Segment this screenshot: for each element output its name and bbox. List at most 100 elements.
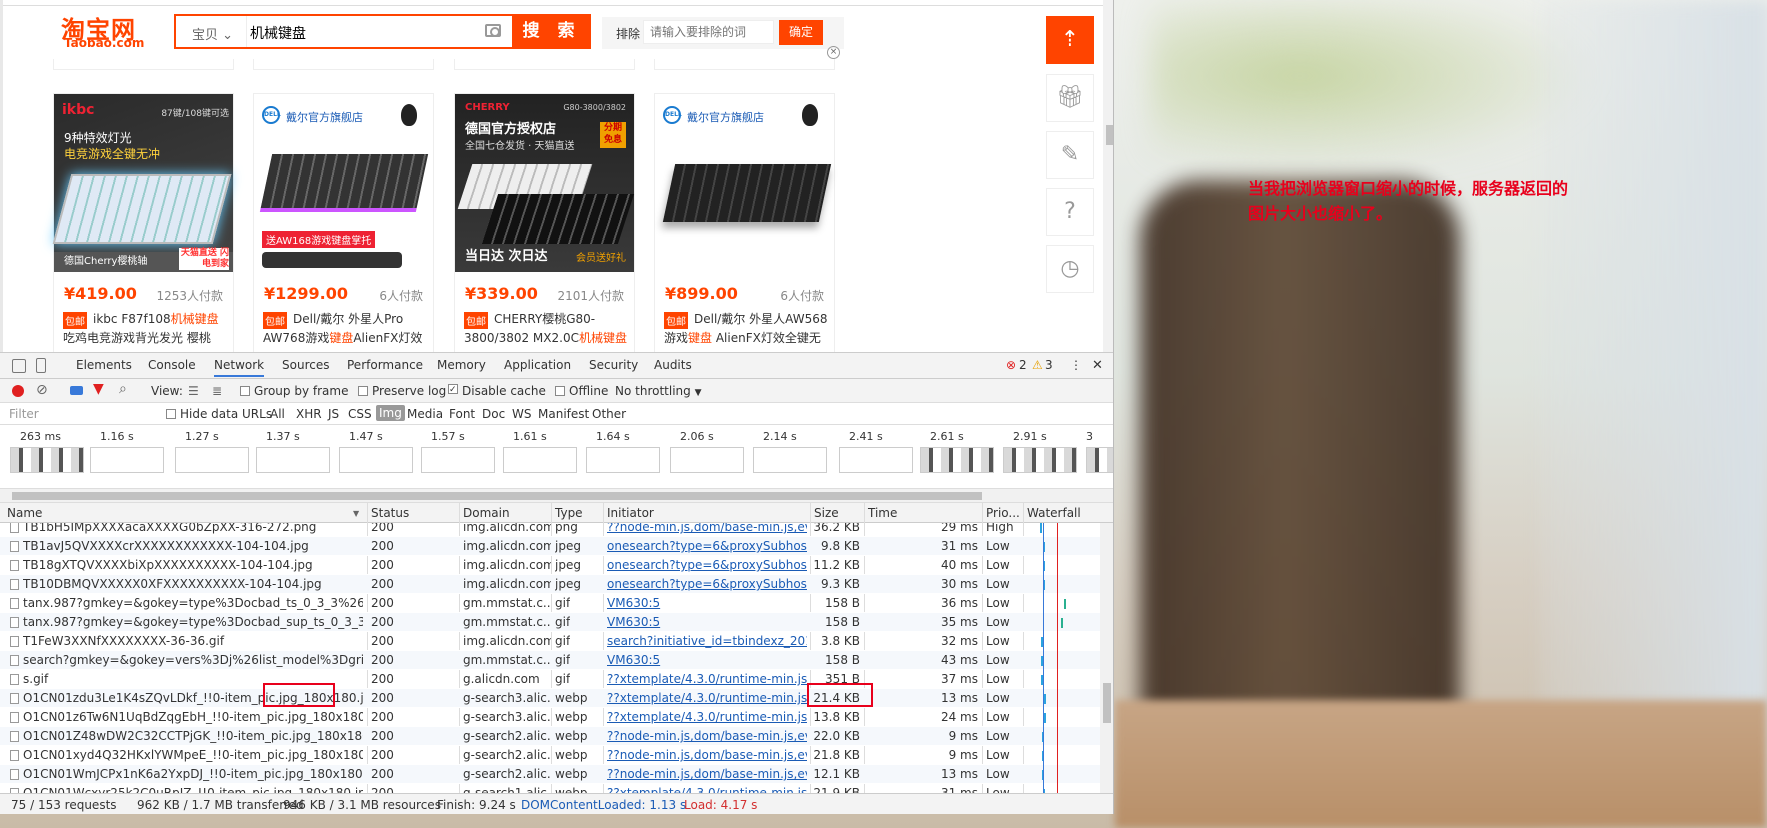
table-row[interactable]: search?gmkey=&gokey=vers%3Dj%26list_mode… [0,651,1100,670]
col-initiator[interactable]: Initiator [607,506,654,520]
list-view-icon[interactable]: ☰ [188,384,199,398]
page-scrollbar[interactable] [1103,0,1113,352]
tab-security[interactable]: Security [589,358,638,372]
table-row[interactable]: TB18gXTQVXXXXbiXpXXXXXXXXXX-104-104.jpg 2… [0,556,1100,575]
hide-data-urls-checkbox[interactable]: Hide data URLs [166,407,272,421]
table-row[interactable]: TB1bH5IMpXXXXacaXXXXG0bZpXX-316-272.png 2… [0,523,1100,537]
search-button[interactable]: 搜 索 [512,14,591,49]
tab-memory[interactable]: Memory [437,358,486,372]
table-row[interactable]: TB1avJ5QVXXXXcrXXXXXXXXXXXX-104-104.jpg 2… [0,537,1100,556]
product-title[interactable]: Dell/戴尔 外星人AW568 游戏键盘 AlienFX灯效全键无 [664,310,832,348]
inspect-icon[interactable] [12,359,26,373]
device-toolbar-icon[interactable] [36,358,46,373]
request-list-scroll-thumb[interactable] [1103,683,1111,723]
filmstrip-frame[interactable] [670,447,744,473]
filter-type-manifest[interactable]: Manifest [538,407,589,421]
record-icon[interactable] [12,385,24,397]
error-icon[interactable]: ⊗ [1006,358,1016,372]
table-row[interactable]: O1CN01xyd4Q32HKxlYWMpeE_!!0-item_pic.jpg… [0,746,1100,765]
col-domain[interactable]: Domain [463,506,510,520]
table-row[interactable]: O1CN01Wcxyr25k2C0uRpIZ_!!0-item_pic.jpg_… [0,784,1100,793]
request-list-scrollbar[interactable] [1100,523,1113,793]
search-icon[interactable]: ⌕ [119,381,127,397]
throttling-select[interactable]: No throttling ▼ [615,384,702,398]
filter-type-doc[interactable]: Doc [482,407,505,421]
tab-console[interactable]: Console [148,358,196,372]
close-devtools-icon[interactable]: ✕ [1092,358,1103,373]
col-type[interactable]: Type [555,506,583,520]
disable-cache-checkbox[interactable]: Disable cache [448,384,546,398]
clear-icon[interactable]: ⊘ [36,382,48,398]
filter-type-css[interactable]: CSS [348,407,372,421]
edit-icon[interactable]: ✎ [1046,131,1094,179]
table-row[interactable]: O1CN01zdu3Le1K4sZQvLDkf_!!0-item_pic.jpg… [0,689,1100,708]
table-row[interactable]: s.gif 200 g.alicdn.com gif ??xtemplate/4.3.0… [0,670,1100,689]
tab-application[interactable]: Application [504,358,571,372]
filmstrip-scrollbar[interactable] [0,489,1113,503]
page-scroll-thumb[interactable] [1106,125,1113,145]
warning-icon[interactable]: ⚠ [1032,358,1043,372]
request-initiator[interactable]: ??node-min.js,dom/base-min.js,eve... [607,523,807,534]
back-to-top-icon[interactable]: ⇡ [1046,16,1094,64]
product-image[interactable]: ikbc 87键/108键可选 9种特效灯光 电竞游戏全键无冲 德国Cherry… [52,94,233,272]
filmstrip-frame[interactable] [256,447,330,473]
col-name[interactable]: Name [7,506,42,520]
product-image[interactable]: CHERRY G80-3800/3802 德国官方授权店 全国七仓发货 · 天猫… [455,94,635,272]
filter-icon[interactable]: ▼ [93,381,104,397]
filter-type-js[interactable]: JS [328,407,339,421]
tab-audits[interactable]: Audits [654,358,692,372]
request-initiator[interactable]: ??node-min.js,dom/base-min.js,eve... [607,729,807,743]
close-icon[interactable]: × [827,46,840,59]
filter-type-ws[interactable]: WS [512,407,531,421]
request-initiator[interactable]: ??xtemplate/4.3.0/runtime-min.js,d... [607,672,807,686]
request-initiator[interactable]: onesearch?type=6&proxySubhost=... [607,539,807,553]
filmstrip-frame[interactable] [10,447,84,473]
request-initiator[interactable]: VM630:5 [607,653,807,667]
filter-type-font[interactable]: Font [449,407,475,421]
history-icon[interactable]: ◷ [1046,245,1094,293]
col-status[interactable]: Status [371,506,409,520]
tab-network[interactable]: Network [214,358,265,377]
exclude-confirm-button[interactable]: 确定 [779,20,823,45]
waterfall-view-icon[interactable]: ≣ [212,384,222,398]
filmstrip-frame[interactable] [1086,447,1113,473]
request-initiator[interactable]: ??node-min.js,dom/base-min.js,eve... [607,748,807,762]
product-image[interactable]: DELL 戴尔官方旗舰店 送AW168游戏键盘掌托 [254,94,433,272]
tab-performance[interactable]: Performance [347,358,423,372]
filmstrip-frame[interactable] [175,447,249,473]
filter-type-media[interactable]: Media [407,407,443,421]
filmstrip-frame[interactable] [339,447,413,473]
request-initiator[interactable]: ??xtemplate/4.3.0/runtime-min.js,d... [607,786,807,793]
table-row[interactable]: O1CN01z6Tw6N1UqBdZqgEbH_!!0-item_pic.jpg… [0,708,1100,727]
request-initiator[interactable]: VM630:5 [607,615,807,629]
table-row[interactable]: tanx.987?gmkey=&gokey=type%3Docbad_sup_t… [0,613,1100,632]
filter-type-other[interactable]: Other [592,407,626,421]
preserve-log-checkbox[interactable]: Preserve log [358,384,446,398]
request-initiator[interactable]: onesearch?type=6&proxySubhost=... [607,577,807,591]
filmstrip-frame[interactable] [586,447,660,473]
filmstrip-frame[interactable] [1003,447,1077,473]
col-priority[interactable]: Prio... [986,506,1020,520]
table-row[interactable]: O1CN01Z48wDW2C32CCTPjGK_!!0-item_pic.jpg… [0,727,1100,746]
error-count[interactable]: 2 [1019,358,1027,372]
request-initiator[interactable]: ??node-min.js,dom/base-min.js,eve... [607,767,807,781]
table-row[interactable]: O1CN01WmJCPx1nK6a2YxpDJ_!!0-item_pic.jpg… [0,765,1100,784]
filmstrip-frame[interactable] [503,447,577,473]
table-row[interactable]: T1FeW3XXNfXXXXXXXX-36-36.gif 200 img.alicd… [0,632,1100,651]
offline-checkbox[interactable]: Offline [555,384,608,398]
tab-sources[interactable]: Sources [282,358,329,372]
exclude-input[interactable] [643,20,774,44]
product-card[interactable]: DELL 戴尔官方旗舰店 ¥899.00 6人付款 Dell/戴尔 外星人AW5… [654,93,835,352]
col-size[interactable]: Size [814,506,839,520]
tab-elements[interactable]: Elements [76,358,132,372]
product-title[interactable]: CHERRY樱桃G80-3800/3802 MX2.0C机械键盘 [464,310,632,348]
product-card[interactable]: CHERRY G80-3800/3802 德国官方授权店 全国七仓发货 · 天猫… [454,93,635,352]
request-initiator[interactable]: ??xtemplate/4.3.0/runtime-min.js,d... [607,710,807,724]
category-select[interactable]: 宝贝 ⌄ [192,24,233,43]
screenshot-icon[interactable] [70,386,83,395]
product-title[interactable]: ikbc F87f108机械键盘 吃鸡电竞游戏背光发光 樱桃 [63,310,231,348]
search-input[interactable]: 机械键盘 [250,23,306,43]
filter-type-xhr[interactable]: XHR [296,407,322,421]
filmstrip-frame[interactable] [421,447,495,473]
filmstrip-frame[interactable] [753,447,827,473]
